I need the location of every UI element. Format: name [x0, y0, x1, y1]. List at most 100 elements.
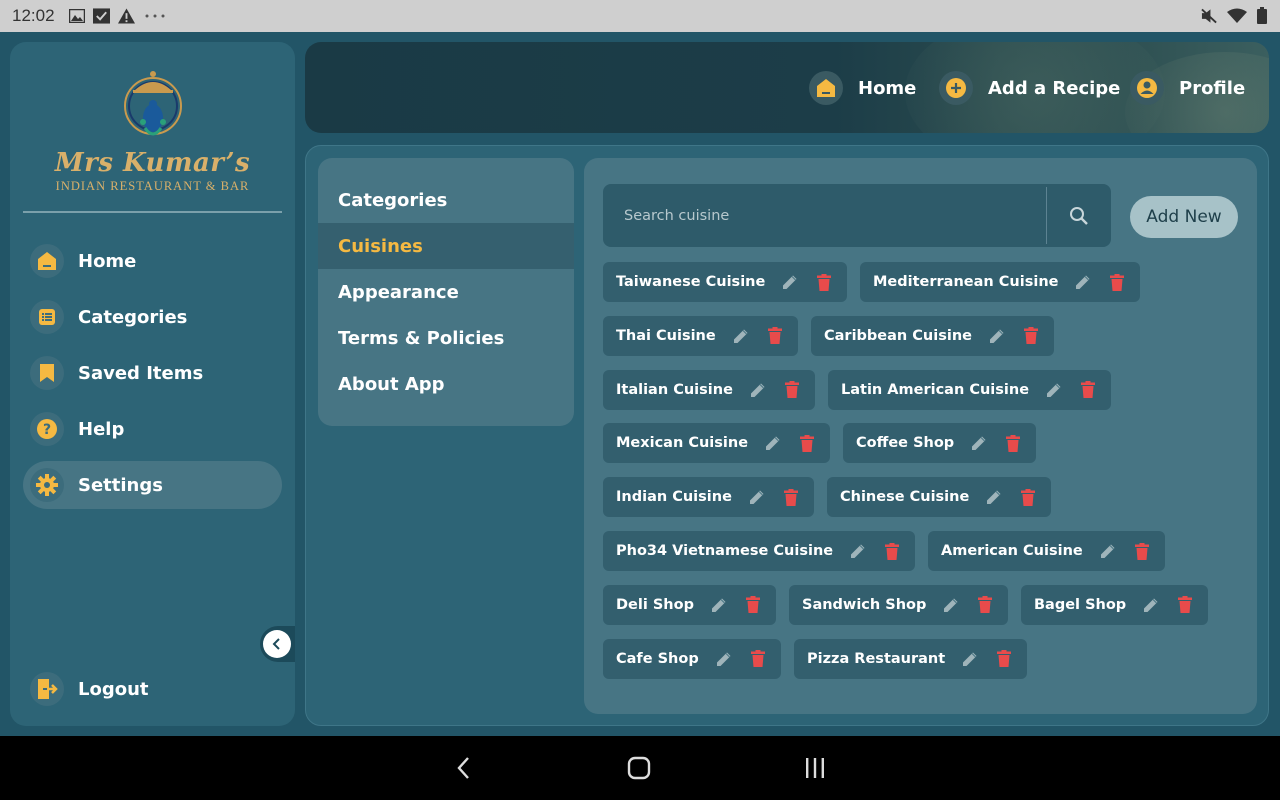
- edit-icon[interactable]: [747, 379, 769, 401]
- edit-icon[interactable]: [983, 486, 1005, 508]
- cuisine-name: Deli Shop: [616, 596, 694, 613]
- edit-icon[interactable]: [847, 540, 869, 562]
- delete-icon[interactable]: [796, 432, 818, 454]
- nav-home-button[interactable]: [624, 754, 654, 782]
- edit-icon[interactable]: [1043, 379, 1065, 401]
- settings-menu-terms[interactable]: Terms & Policies: [318, 315, 574, 361]
- cuisine-name: Mexican Cuisine: [616, 435, 749, 452]
- sidebar-item-saved-items[interactable]: Saved Items: [23, 349, 282, 397]
- nav-recents-button[interactable]: [800, 754, 830, 782]
- cuisine-tag: American Cuisine: [928, 531, 1165, 571]
- battery-icon: [1256, 7, 1268, 24]
- logout-icon: [30, 672, 64, 706]
- cuisine-tag: Latin American Cuisine: [828, 369, 1112, 410]
- cuisine-tag: Coffee Shop: [843, 423, 1037, 464]
- status-time: 12:02: [12, 6, 55, 25]
- delete-icon[interactable]: [1017, 486, 1039, 508]
- header-nav-home[interactable]: Home: [809, 71, 916, 105]
- edit-icon[interactable]: [762, 432, 784, 454]
- sidebar-item-settings[interactable]: Settings: [23, 461, 282, 509]
- edit-icon[interactable]: [968, 432, 990, 454]
- brand-subtitle: INDIAN RESTAURANT & BAR: [55, 179, 250, 193]
- edit-icon[interactable]: [708, 594, 730, 616]
- settings-menu-about[interactable]: About App: [318, 361, 574, 407]
- cuisine-name: Mediterranean Cuisine: [873, 274, 1059, 290]
- header-nav-profile[interactable]: Profile: [1130, 71, 1245, 105]
- cuisine-name: American Cuisine: [941, 543, 1083, 559]
- gear-icon: [30, 468, 64, 502]
- header-nav-label: Profile: [1179, 77, 1246, 99]
- peacock-cloche-icon: [123, 71, 182, 136]
- settings-menu-appearance[interactable]: Appearance: [318, 269, 574, 315]
- settings-panel: Categories Cuisines Appearance Terms & P…: [305, 145, 1269, 726]
- cuisine-tag: Pho34 Vietnamese Cuisine: [603, 531, 916, 571]
- delete-icon[interactable]: [742, 594, 764, 616]
- brand-name: Mrs Kumar’s: [54, 148, 251, 178]
- app-root: Mrs Kumar’s INDIAN RESTAURANT & BAR Home…: [0, 32, 1280, 736]
- edit-icon[interactable]: [779, 271, 801, 293]
- edit-icon[interactable]: [959, 648, 981, 670]
- delete-icon[interactable]: [1106, 271, 1128, 293]
- system-nav-bar: [0, 736, 1280, 800]
- mute-icon: [1201, 7, 1218, 24]
- cuisine-name: Latin American Cuisine: [841, 381, 1030, 398]
- delete-icon[interactable]: [764, 325, 786, 347]
- delete-icon[interactable]: [1002, 432, 1024, 454]
- cuisine-name: Taiwanese Cuisine: [616, 274, 766, 290]
- edit-icon[interactable]: [1140, 594, 1162, 616]
- edit-icon[interactable]: [986, 325, 1008, 347]
- edit-icon[interactable]: [746, 486, 768, 508]
- sidebar-item-home[interactable]: Home: [23, 237, 282, 285]
- sidebar-item-categories[interactable]: Categories: [23, 293, 282, 341]
- logout-label: Logout: [78, 678, 149, 700]
- edit-icon[interactable]: [1072, 271, 1094, 293]
- settings-menu-categories[interactable]: Categories: [318, 177, 574, 223]
- delete-icon[interactable]: [1077, 379, 1099, 401]
- cuisine-tag: Bagel Shop: [1021, 584, 1209, 625]
- profile-icon: [1130, 71, 1164, 105]
- delete-icon[interactable]: [993, 648, 1015, 670]
- edit-icon[interactable]: [713, 648, 735, 670]
- nav-back-button[interactable]: [448, 754, 478, 782]
- delete-icon[interactable]: [747, 648, 769, 670]
- sidebar-item-help[interactable]: ? Help: [23, 405, 282, 453]
- cuisine-tag: Cafe Shop: [603, 638, 781, 679]
- home-square-icon: [627, 756, 651, 780]
- cuisine-name: Cafe Shop: [616, 650, 699, 667]
- delete-icon[interactable]: [1020, 325, 1042, 347]
- header-nav-label: Home: [858, 77, 917, 99]
- delete-icon[interactable]: [1174, 594, 1196, 616]
- sidebar-item-label: Help: [78, 418, 125, 440]
- search-input[interactable]: [603, 184, 1047, 247]
- settings-menu-cuisines[interactable]: Cuisines: [318, 223, 574, 269]
- add-new-button[interactable]: Add New: [1130, 196, 1238, 238]
- sidebar: Mrs Kumar’s INDIAN RESTAURANT & BAR Home…: [10, 42, 295, 726]
- search-icon: [1070, 206, 1088, 225]
- delete-icon[interactable]: [881, 540, 903, 562]
- home-icon: [30, 244, 64, 278]
- check-box-icon: [93, 7, 110, 24]
- header-nav-add-recipe[interactable]: Add a Recipe: [939, 71, 1120, 105]
- edit-icon[interactable]: [730, 325, 752, 347]
- cuisine-name: Sandwich Shop: [802, 596, 927, 613]
- edit-icon[interactable]: [940, 594, 962, 616]
- top-header: Home Add a Recipe Profile: [305, 42, 1269, 133]
- delete-icon[interactable]: [974, 594, 996, 616]
- search-button[interactable]: [1047, 184, 1111, 247]
- delete-icon[interactable]: [781, 379, 803, 401]
- delete-icon[interactable]: [813, 271, 835, 293]
- cuisine-tag: Chinese Cuisine: [827, 477, 1052, 518]
- cuisine-tag: Indian Cuisine: [603, 477, 814, 518]
- list-icon: [30, 300, 64, 334]
- image-icon: [68, 7, 85, 24]
- delete-icon[interactable]: [1131, 540, 1153, 562]
- sidebar-collapse-button[interactable]: [260, 626, 295, 662]
- cuisine-name: Thai Cuisine: [616, 327, 716, 344]
- logout-button[interactable]: Logout: [23, 665, 282, 713]
- chevron-left-icon: [263, 630, 291, 658]
- cuisine-tag: Mediterranean Cuisine: [860, 262, 1141, 302]
- home-icon: [809, 71, 843, 105]
- edit-icon[interactable]: [1097, 540, 1119, 562]
- cuisine-tag: Caribbean Cuisine: [811, 315, 1054, 356]
- delete-icon[interactable]: [780, 486, 802, 508]
